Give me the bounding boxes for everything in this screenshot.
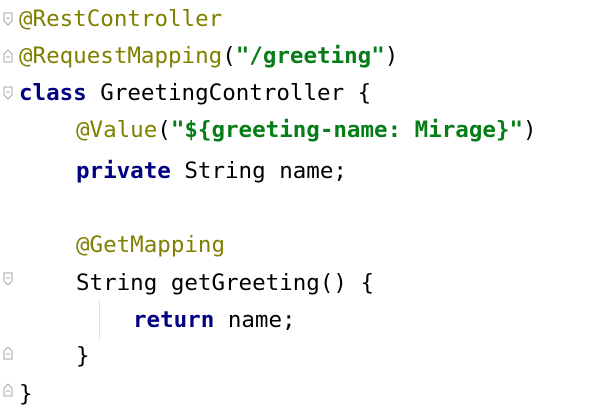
code-line-3[interactable]: class GreetingController { <box>19 75 371 112</box>
fold-open-icon[interactable] <box>3 272 13 286</box>
fold-open-icon[interactable] <box>3 86 13 100</box>
paren: ( <box>222 43 236 69</box>
code-area[interactable]: @RestController @RequestMapping("/greeti… <box>19 0 600 419</box>
code-line-8[interactable]: String getGreeting() { <box>76 265 374 302</box>
paren: ) <box>523 117 537 143</box>
code-line-9[interactable]: return name; <box>133 302 296 339</box>
keyword: return <box>133 307 215 333</box>
annotation: @RestController <box>19 6 223 32</box>
annotation: @Value <box>76 117 158 143</box>
code-text: String getGreeting() { <box>76 270 375 296</box>
closing-brace: } <box>76 343 90 369</box>
string-literal: "${greeting-name: Mirage}" <box>170 117 524 143</box>
fold-close-icon[interactable] <box>3 49 13 63</box>
fold-close-icon[interactable] <box>3 383 13 397</box>
paren: ( <box>157 117 171 143</box>
code-text: String name; <box>170 158 347 184</box>
code-line-5[interactable]: private String name; <box>76 153 347 190</box>
fold-open-icon[interactable] <box>3 12 13 26</box>
code-line-4[interactable]: @Value("${greeting-name: Mirage}") <box>76 112 537 149</box>
annotation: @GetMapping <box>76 232 226 258</box>
keyword: class <box>19 80 87 106</box>
string-literal: "/greeting" <box>235 43 385 69</box>
code-line-1[interactable]: @RestController <box>19 1 222 38</box>
annotation: @RequestMapping <box>19 43 223 69</box>
paren: ) <box>384 43 399 69</box>
keyword: private <box>76 158 171 184</box>
code-line-2[interactable]: @RequestMapping("/greeting") <box>19 38 398 75</box>
code-editor[interactable]: @RestController @RequestMapping("/greeti… <box>0 0 600 419</box>
code-line-10[interactable]: } <box>76 338 90 375</box>
code-line-7[interactable]: @GetMapping <box>76 227 225 264</box>
code-text: GreetingController { <box>86 80 372 106</box>
code-text: name; <box>214 307 296 333</box>
closing-brace: } <box>19 381 33 407</box>
code-line-11[interactable]: } <box>19 376 33 413</box>
gutter <box>0 0 18 419</box>
indent-guide <box>99 301 100 340</box>
fold-close-icon[interactable] <box>3 346 13 360</box>
